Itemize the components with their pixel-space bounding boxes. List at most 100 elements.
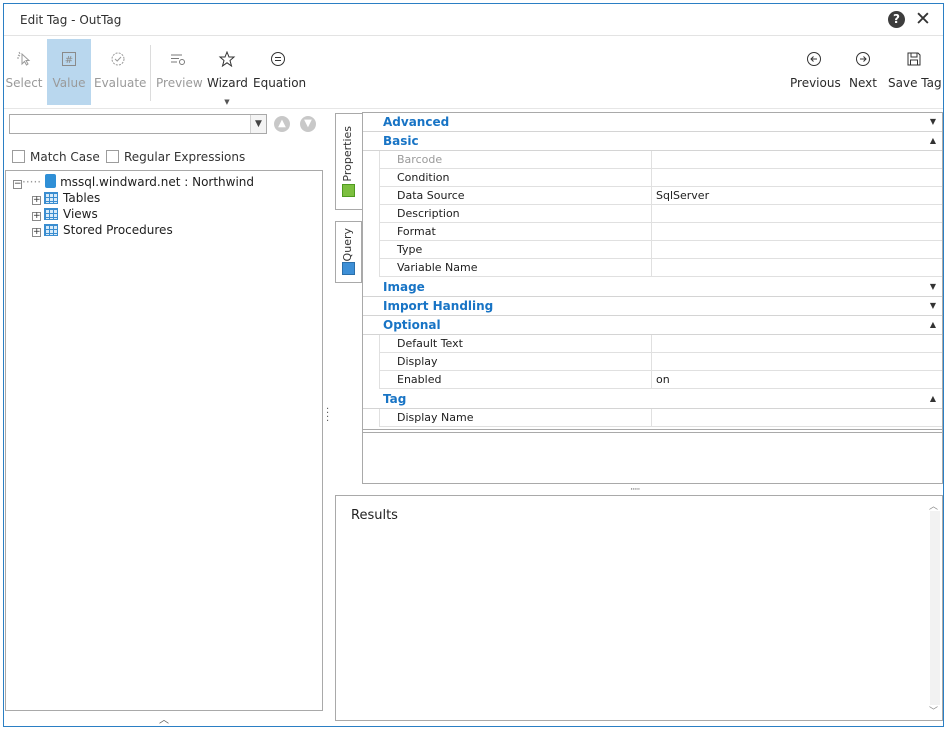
checkbox-box[interactable] (12, 150, 25, 163)
tab-properties[interactable]: Properties (335, 113, 362, 210)
toolbar-separator (150, 45, 151, 101)
close-icon[interactable]: ✕ (915, 8, 931, 30)
arrow-left-circle-icon (807, 52, 821, 66)
expand-toggle-icon[interactable]: + (32, 228, 41, 237)
chevron-down-icon[interactable]: ▼ (930, 301, 936, 310)
property-row-display-name[interactable]: Display Name (379, 409, 942, 427)
equals-circle-icon (271, 52, 285, 66)
preview-label: Preview (156, 76, 203, 90)
property-value[interactable]: on (656, 371, 670, 388)
property-name: Default Text (379, 335, 652, 353)
tree-node-views[interactable]: + Views (32, 206, 98, 222)
tree-root-label: mssql.windward.net : Northwind (60, 175, 255, 189)
chevron-down-icon[interactable]: ▼ (930, 117, 936, 126)
data-source-pane: ▼ ▲ ▼ Match Case Regular Expressions −··… (5, 110, 323, 726)
evaluate-button[interactable]: Evaluate (94, 39, 146, 105)
category-label: Optional (383, 318, 441, 332)
chevron-up-icon[interactable]: ▲ (930, 136, 936, 145)
chevron-down-icon[interactable]: ▼ (207, 98, 247, 106)
equation-label: Equation (253, 76, 307, 90)
category-basic[interactable]: Basic ▲ (363, 132, 942, 151)
checkbox-box[interactable] (106, 150, 119, 163)
chevron-up-icon[interactable]: ︿ (159, 711, 169, 726)
save-tag-button[interactable]: Save Tag (888, 39, 942, 105)
chevron-down-icon[interactable]: ▼ (930, 282, 936, 291)
horizontal-splitter[interactable]: ····· (630, 485, 640, 495)
property-grid: Advanced ▼ Basic ▲ Barcode Condition Dat… (362, 112, 943, 484)
regular-expressions-checkbox[interactable]: Regular Expressions (106, 150, 245, 164)
property-row-type[interactable]: Type (379, 241, 942, 259)
database-icon (45, 174, 57, 188)
property-name: Format (379, 223, 652, 241)
previous-button[interactable]: Previous (790, 39, 841, 105)
property-row-condition[interactable]: Condition (379, 169, 942, 187)
category-image[interactable]: Image ▼ (363, 278, 942, 297)
scroll-up-icon[interactable]: ︿ (929, 499, 938, 512)
previous-label: Previous (790, 76, 841, 90)
arrow-down-icon[interactable]: ▼ (300, 116, 316, 132)
scrollbar[interactable] (930, 511, 940, 705)
hash-icon: # (62, 52, 76, 66)
property-row-default-text[interactable]: Default Text (379, 335, 942, 353)
search-combo[interactable]: ▼ (9, 114, 267, 134)
match-case-checkbox[interactable]: Match Case (12, 150, 100, 164)
properties-grid-icon (342, 184, 355, 197)
match-case-label: Match Case (30, 150, 100, 164)
category-label: Image (383, 280, 425, 294)
tab-query-label: Query (341, 228, 354, 262)
arrow-right-circle-icon (856, 52, 870, 66)
tree-root-node[interactable]: −····· mssql.windward.net : Northwind (13, 174, 254, 190)
data-source-tree: −····· mssql.windward.net : Northwind + Ta… (5, 170, 323, 711)
scroll-down-icon[interactable]: ﹀ (929, 704, 938, 717)
arrow-up-icon[interactable]: ▲ (274, 116, 290, 132)
preview-button[interactable]: Preview (156, 39, 203, 105)
property-row-format[interactable]: Format (379, 223, 942, 241)
query-pen-icon (342, 262, 355, 275)
tab-properties-label: Properties (341, 126, 354, 182)
property-row-description[interactable]: Description (379, 205, 942, 223)
results-title: Results (351, 508, 398, 523)
regular-expressions-label: Regular Expressions (124, 150, 246, 164)
chevron-up-icon[interactable]: ▲ (930, 320, 936, 329)
chevron-up-icon[interactable]: ▲ (930, 394, 936, 403)
property-name: Variable Name (379, 259, 652, 277)
chevron-down-icon[interactable]: ▼ (250, 115, 266, 133)
check-badge-icon (111, 52, 125, 66)
select-button[interactable]: Select (4, 39, 44, 105)
tree-node-label: Views (63, 207, 98, 221)
side-tab-strip: Properties Query (335, 113, 362, 283)
tree-node-stored-procedures[interactable]: + Stored Procedures (32, 222, 173, 238)
next-button[interactable]: Next (845, 39, 881, 105)
tree-node-tables[interactable]: + Tables (32, 190, 100, 206)
property-value[interactable]: SqlServer (656, 187, 709, 204)
property-row-barcode[interactable]: Barcode (379, 151, 942, 169)
property-name: Description (379, 205, 652, 223)
property-name: Type (379, 241, 652, 259)
property-row-variable-name[interactable]: Variable Name (379, 259, 942, 277)
help-icon[interactable]: ? (888, 11, 905, 28)
property-row-display[interactable]: Display (379, 353, 942, 371)
property-name: Display Name (379, 409, 652, 427)
category-optional[interactable]: Optional ▲ (363, 316, 942, 335)
vertical-splitter[interactable]: · · · · (326, 405, 330, 427)
toolbar: Select # Value Evaluate Preview Wizard ▼… (4, 37, 943, 109)
cursor-icon (17, 51, 31, 66)
tree-node-label: Tables (63, 191, 101, 205)
property-row-enabled[interactable]: Enabled on (379, 371, 942, 389)
wizard-star-icon (218, 51, 236, 67)
category-advanced[interactable]: Advanced ▼ (363, 113, 942, 132)
save-disk-icon (907, 52, 921, 66)
property-name: Barcode (379, 151, 652, 169)
tab-query[interactable]: Query (335, 221, 362, 283)
category-tag[interactable]: Tag ▲ (363, 390, 942, 409)
expand-toggle-icon[interactable]: + (32, 212, 41, 221)
expand-toggle-icon[interactable]: + (32, 196, 41, 205)
collapse-toggle-icon[interactable]: − (13, 180, 22, 189)
wizard-button[interactable]: Wizard ▼ (207, 39, 248, 106)
category-import-handling[interactable]: Import Handling ▼ (363, 297, 942, 316)
property-name: Condition (379, 169, 652, 187)
category-label: Basic (383, 134, 419, 148)
value-button[interactable]: # Value (47, 39, 91, 105)
property-row-data-source[interactable]: Data Source SqlServer (379, 187, 942, 205)
equation-button[interactable]: Equation (253, 39, 307, 105)
